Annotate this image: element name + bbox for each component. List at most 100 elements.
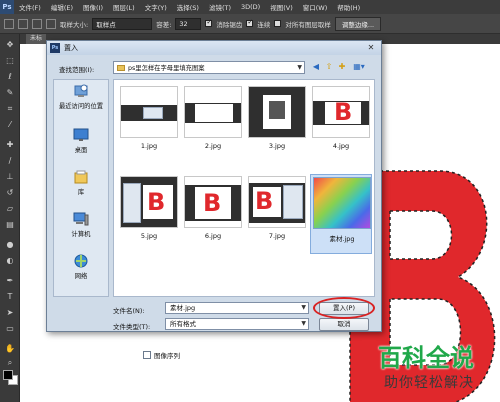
place-computer[interactable]: 计算机 bbox=[54, 212, 108, 252]
eyedropper-tool-icon[interactable]: ⁄ bbox=[4, 120, 16, 130]
zoom-tool-icon[interactable]: ⌕ bbox=[4, 358, 16, 368]
all-layers-label: 对所有图层取样 bbox=[285, 20, 331, 29]
file-item-selected[interactable]: 素材.jpg bbox=[310, 174, 372, 254]
place-label: 最近访问的位置 bbox=[58, 103, 104, 110]
blur-tool-icon[interactable]: ● bbox=[4, 240, 16, 250]
file-name: 5.jpg bbox=[140, 232, 158, 240]
watermark: 百科全说 助你轻松解决 bbox=[362, 336, 500, 402]
file-item[interactable]: B 5.jpg bbox=[118, 176, 180, 254]
file-name-value: 素材.jpg bbox=[170, 304, 196, 312]
gradient-tool-icon[interactable]: ▤ bbox=[4, 220, 16, 230]
chevron-down-icon: ▼ bbox=[297, 64, 302, 71]
path-selection-tool-icon[interactable]: ➤ bbox=[4, 308, 16, 318]
file-thumbnail bbox=[313, 177, 371, 229]
healing-brush-tool-icon[interactable]: ✚ bbox=[4, 140, 16, 150]
chevron-down-icon[interactable]: ▼ bbox=[301, 303, 306, 313]
marquee-tool-icon[interactable]: ⬚ bbox=[4, 56, 16, 66]
quick-selection-tool-icon[interactable]: ✎ bbox=[4, 88, 16, 98]
thumb-letter: B bbox=[334, 98, 353, 126]
thumb-letter: B bbox=[147, 188, 166, 216]
menu-window[interactable]: 窗口(W) bbox=[298, 2, 333, 12]
foreground-color-swatch[interactable] bbox=[3, 370, 13, 380]
file-name: 2.jpg bbox=[204, 142, 222, 150]
cancel-button[interactable]: 取消 bbox=[319, 318, 369, 331]
menu-view[interactable]: 视图(V) bbox=[265, 2, 298, 12]
menu-3d[interactable]: 3D(D) bbox=[236, 3, 265, 11]
menu-type[interactable]: 文字(Y) bbox=[140, 2, 172, 12]
place-desktop[interactable]: 桌面 bbox=[54, 128, 108, 168]
file-item[interactable]: B 4.jpg bbox=[310, 86, 372, 164]
move-tool-icon[interactable]: ✥ bbox=[4, 40, 16, 50]
place-libraries[interactable]: 库 bbox=[54, 170, 108, 210]
hand-tool-icon[interactable]: ✋ bbox=[4, 344, 16, 354]
menu-help[interactable]: 帮助(H) bbox=[332, 2, 365, 12]
photoshop-icon: Ps bbox=[50, 43, 60, 53]
file-thumbnail bbox=[120, 86, 178, 138]
recent-places-icon bbox=[74, 84, 88, 97]
file-item[interactable]: B 7.jpg bbox=[246, 176, 308, 254]
file-name-label: 文件名(N): bbox=[113, 307, 145, 315]
file-item[interactable]: 3.jpg bbox=[246, 86, 308, 164]
dodge-tool-icon[interactable]: ◐ bbox=[4, 256, 16, 266]
watermark-red-block bbox=[362, 340, 376, 380]
menu-image[interactable]: 图像(I) bbox=[78, 2, 108, 12]
look-in-value: ps里怎样在字母里填充图案 bbox=[128, 65, 205, 72]
brush-tool-icon[interactable]: ∕ bbox=[4, 156, 16, 166]
all-layers-checkbox[interactable] bbox=[274, 20, 282, 27]
file-thumbnail: B bbox=[184, 176, 242, 228]
look-in-select[interactable]: ps里怎样在字母里填充图案 ▼ bbox=[113, 61, 305, 74]
image-sequence-option[interactable]: 图像序列 bbox=[143, 350, 180, 360]
menu-edit[interactable]: 编辑(E) bbox=[46, 2, 78, 12]
file-item[interactable]: B 6.jpg bbox=[182, 176, 244, 254]
close-icon[interactable]: ✕ bbox=[364, 43, 378, 53]
place-network[interactable]: 网络 bbox=[54, 254, 108, 294]
thumb-letter: B bbox=[255, 187, 274, 215]
menu-file[interactable]: 文件(F) bbox=[14, 2, 46, 12]
add-to-selection-icon[interactable] bbox=[32, 18, 42, 29]
image-sequence-checkbox[interactable] bbox=[143, 351, 151, 359]
antialias-checkbox[interactable] bbox=[205, 18, 213, 27]
file-name: 4.jpg bbox=[332, 142, 350, 150]
refine-edge-button[interactable]: 调整边缘... bbox=[334, 16, 382, 31]
crop-tool-icon[interactable]: ⌗ bbox=[4, 104, 16, 114]
file-type-select[interactable]: 所有格式 ▼ bbox=[165, 318, 309, 330]
dialog-title: 置入 bbox=[64, 44, 78, 52]
document-tab[interactable]: 未标 bbox=[26, 34, 47, 44]
place-recent[interactable]: 最近访问的位置 bbox=[54, 84, 108, 124]
pen-tool-icon[interactable]: ✒ bbox=[4, 276, 16, 286]
clone-stamp-tool-icon[interactable]: ⊥ bbox=[4, 172, 16, 182]
eraser-tool-icon[interactable]: ▱ bbox=[4, 204, 16, 214]
subtract-selection-icon[interactable] bbox=[46, 18, 56, 29]
new-selection-icon[interactable] bbox=[18, 18, 28, 29]
file-name-input[interactable]: 素材.jpg ▼ bbox=[165, 302, 309, 314]
place-label: 桌面 bbox=[74, 147, 88, 154]
file-item[interactable]: 2.jpg bbox=[182, 86, 244, 164]
back-icon[interactable]: ◀ bbox=[311, 62, 321, 72]
libraries-icon bbox=[74, 170, 88, 184]
lasso-tool-icon[interactable]: ℓ bbox=[4, 72, 16, 82]
new-folder-icon[interactable]: ✚ bbox=[337, 62, 347, 72]
file-name: 素材.jpg bbox=[329, 235, 355, 243]
sample-size-select[interactable]: 取样点 bbox=[92, 17, 153, 30]
history-brush-tool-icon[interactable]: ↺ bbox=[4, 188, 16, 198]
sample-size-label: 取样大小: bbox=[60, 20, 89, 29]
magic-wand-tool-icon[interactable] bbox=[4, 18, 14, 29]
place-button[interactable]: 置入(P) bbox=[319, 302, 369, 315]
file-name: 1.jpg bbox=[140, 142, 158, 150]
antialias-label: 消除锯齿 bbox=[216, 20, 243, 29]
file-item[interactable]: 1.jpg bbox=[118, 86, 180, 164]
view-menu-icon[interactable]: ▦▾ bbox=[351, 62, 367, 72]
shape-tool-icon[interactable]: ▭ bbox=[4, 324, 16, 334]
menu-select[interactable]: 选择(S) bbox=[172, 2, 204, 12]
contiguous-checkbox[interactable] bbox=[246, 18, 254, 27]
desktop-icon bbox=[73, 128, 89, 141]
watermark-title: 百科全说 bbox=[378, 344, 474, 372]
file-thumbnail bbox=[248, 86, 306, 138]
up-folder-icon[interactable]: ⇧ bbox=[324, 62, 334, 72]
type-tool-icon[interactable]: T bbox=[4, 292, 16, 302]
file-thumbnail: B bbox=[312, 86, 370, 138]
menu-layer[interactable]: 图层(L) bbox=[108, 2, 140, 12]
tolerance-input[interactable]: 32 bbox=[175, 17, 202, 30]
menu-filter[interactable]: 滤镜(T) bbox=[204, 2, 236, 12]
network-icon bbox=[74, 254, 88, 268]
